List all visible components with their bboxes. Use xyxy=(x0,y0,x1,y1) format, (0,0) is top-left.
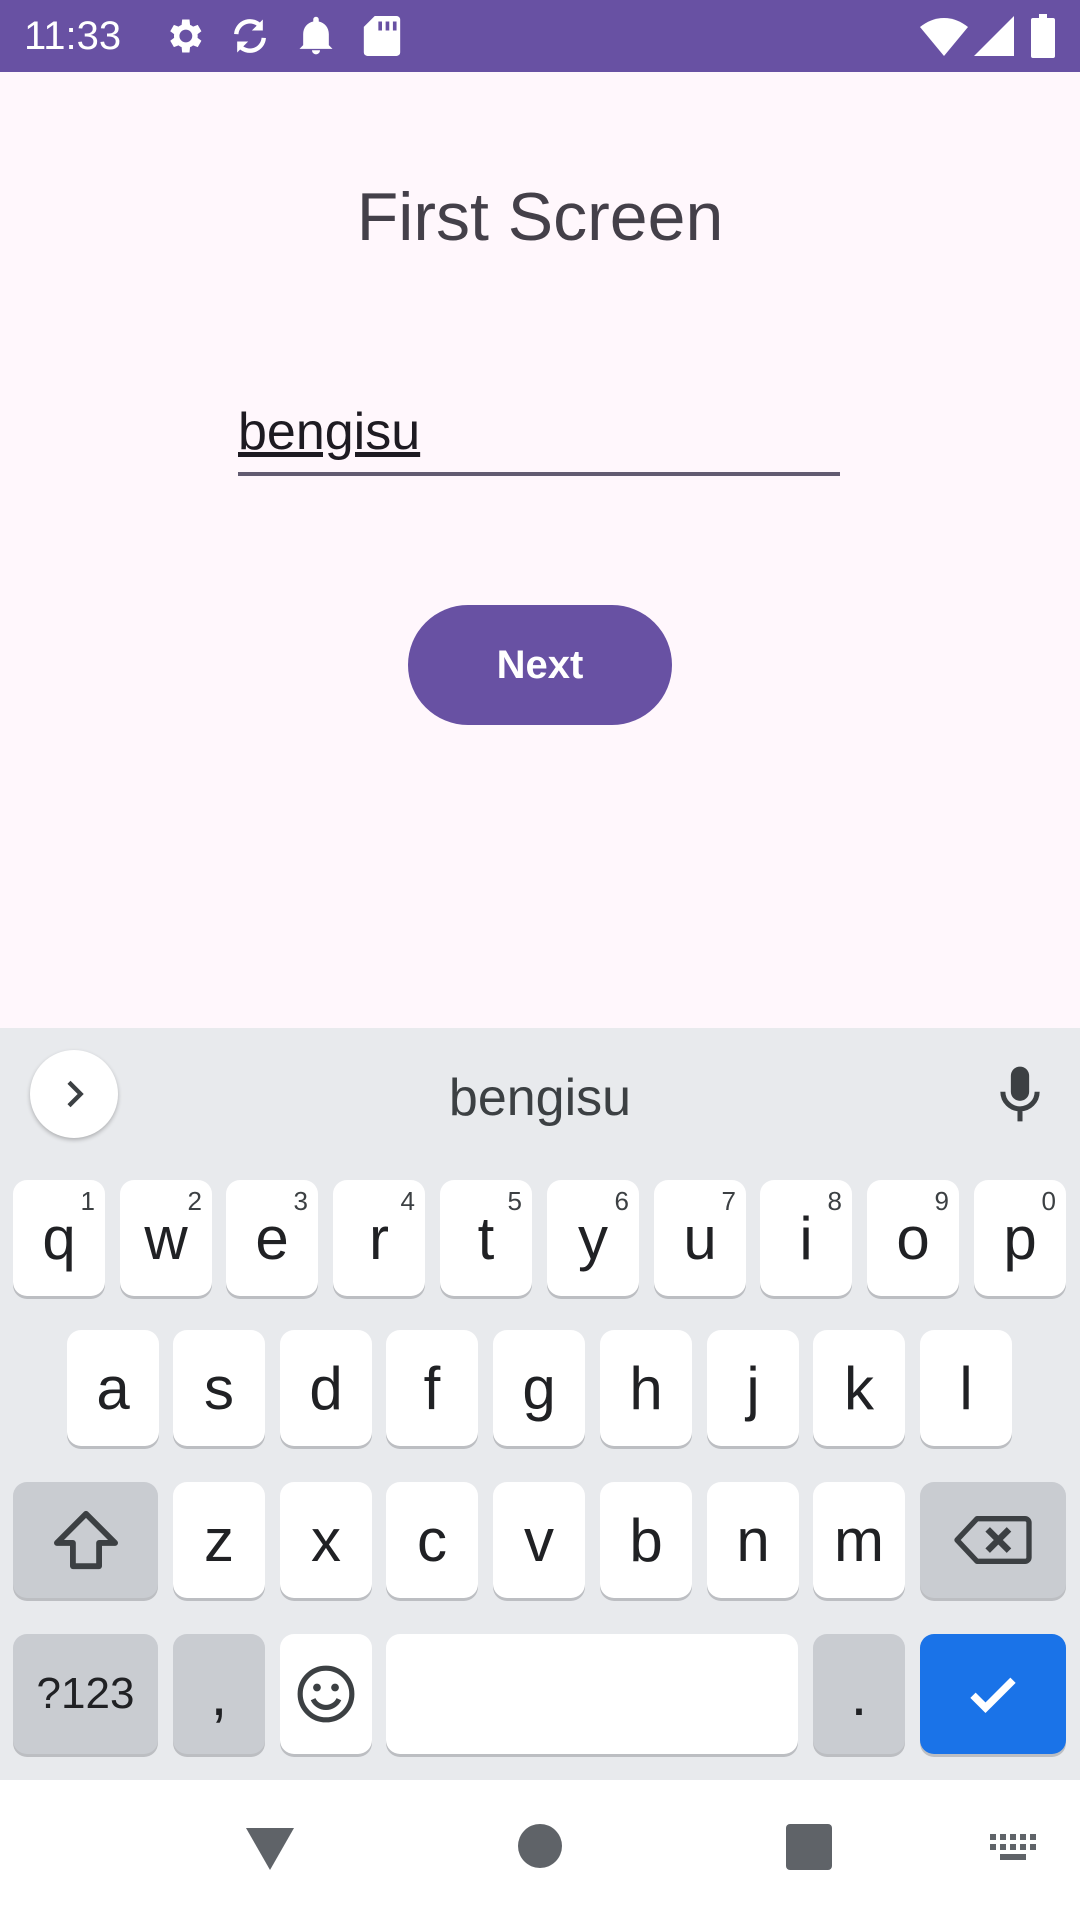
done-key[interactable] xyxy=(920,1634,1066,1754)
key-label: q xyxy=(42,1204,76,1272)
back-icon[interactable] xyxy=(244,1824,296,1872)
key-label: i xyxy=(799,1204,813,1272)
key-k[interactable]: k xyxy=(813,1330,905,1446)
key-hint: 2 xyxy=(187,1186,202,1216)
key-label: e xyxy=(255,1204,289,1272)
sync-icon xyxy=(234,19,266,53)
key-r[interactable]: r4 xyxy=(333,1180,425,1296)
key-label: y xyxy=(578,1204,608,1272)
key-i[interactable]: i8 xyxy=(760,1180,852,1296)
key-g[interactable]: g xyxy=(493,1330,585,1446)
key-hint: 0 xyxy=(1041,1186,1056,1216)
key-x[interactable]: x xyxy=(280,1482,372,1598)
key-p[interactable]: p0 xyxy=(974,1180,1066,1296)
notification-bell-icon xyxy=(299,16,333,55)
status-time: 11:33 xyxy=(24,14,122,58)
soft-keyboard: bengisu q1 w2 e3 r4 t5 y6 u7 i8 o9 p0 a … xyxy=(0,1028,1080,1780)
key-f[interactable]: f xyxy=(386,1330,478,1446)
backspace-key[interactable] xyxy=(920,1482,1066,1598)
key-label: u xyxy=(683,1204,717,1272)
key-label: p xyxy=(1003,1204,1037,1272)
key-o[interactable]: o9 xyxy=(867,1180,959,1296)
key-s[interactable]: s xyxy=(173,1330,265,1446)
settings-icon xyxy=(170,19,202,53)
symbols-key[interactable]: ?123 xyxy=(13,1634,158,1754)
key-hint: 5 xyxy=(507,1186,522,1216)
key-n[interactable]: n xyxy=(707,1482,799,1598)
shift-key[interactable] xyxy=(13,1482,158,1598)
name-input[interactable]: bengisu xyxy=(238,392,840,476)
key-hint: 4 xyxy=(400,1186,415,1216)
key-y[interactable]: y6 xyxy=(547,1180,639,1296)
space-key[interactable] xyxy=(386,1634,798,1754)
key-label: w xyxy=(144,1204,188,1272)
key-label: t xyxy=(477,1204,495,1272)
key-z[interactable]: z xyxy=(173,1482,265,1598)
sd-card-icon xyxy=(363,16,401,56)
suggestion-chip[interactable]: bengisu xyxy=(0,1068,1080,1128)
status-bar: 11:33 xyxy=(0,0,1080,72)
key-j[interactable]: j xyxy=(707,1330,799,1446)
backspace-icon xyxy=(954,1515,1032,1564)
cellular-signal-icon xyxy=(974,16,1014,56)
key-t[interactable]: t5 xyxy=(440,1180,532,1296)
page-title: First Screen xyxy=(356,179,724,255)
key-u[interactable]: u7 xyxy=(654,1180,746,1296)
key-m[interactable]: m xyxy=(813,1482,905,1598)
wifi-icon xyxy=(920,18,968,56)
key-hint: 1 xyxy=(80,1186,95,1216)
key-d[interactable]: d xyxy=(280,1330,372,1446)
key-h[interactable]: h xyxy=(600,1330,692,1446)
recents-icon[interactable] xyxy=(786,1824,832,1870)
shift-icon xyxy=(53,1510,118,1570)
key-hint: 8 xyxy=(827,1186,842,1216)
next-button[interactable]: Next xyxy=(408,605,672,725)
battery-icon xyxy=(1031,14,1055,58)
key-e[interactable]: e3 xyxy=(226,1180,318,1296)
period-key[interactable]: . xyxy=(813,1634,905,1754)
home-icon[interactable] xyxy=(518,1824,562,1868)
key-l[interactable]: l xyxy=(920,1330,1012,1446)
key-hint: 7 xyxy=(721,1186,736,1216)
key-v[interactable]: v xyxy=(493,1482,585,1598)
emoji-key[interactable] xyxy=(280,1634,372,1754)
key-hint: 9 xyxy=(934,1186,949,1216)
key-label: o xyxy=(896,1204,930,1272)
key-a[interactable]: a xyxy=(67,1330,159,1446)
microphone-icon[interactable] xyxy=(992,1062,1048,1126)
keyboard-switch-icon[interactable] xyxy=(988,1832,1036,1862)
key-hint: 6 xyxy=(614,1186,629,1216)
navigation-bar xyxy=(0,1780,1080,1920)
key-c[interactable]: c xyxy=(386,1482,478,1598)
emoji-icon xyxy=(297,1665,355,1723)
key-hint: 3 xyxy=(293,1186,308,1216)
checkmark-icon xyxy=(970,1677,1016,1714)
key-b[interactable]: b xyxy=(600,1482,692,1598)
comma-key[interactable]: , xyxy=(173,1634,265,1754)
name-input-value: bengisu xyxy=(238,403,421,461)
key-w[interactable]: w2 xyxy=(120,1180,212,1296)
key-label: r xyxy=(369,1204,389,1272)
key-q[interactable]: q1 xyxy=(13,1180,105,1296)
